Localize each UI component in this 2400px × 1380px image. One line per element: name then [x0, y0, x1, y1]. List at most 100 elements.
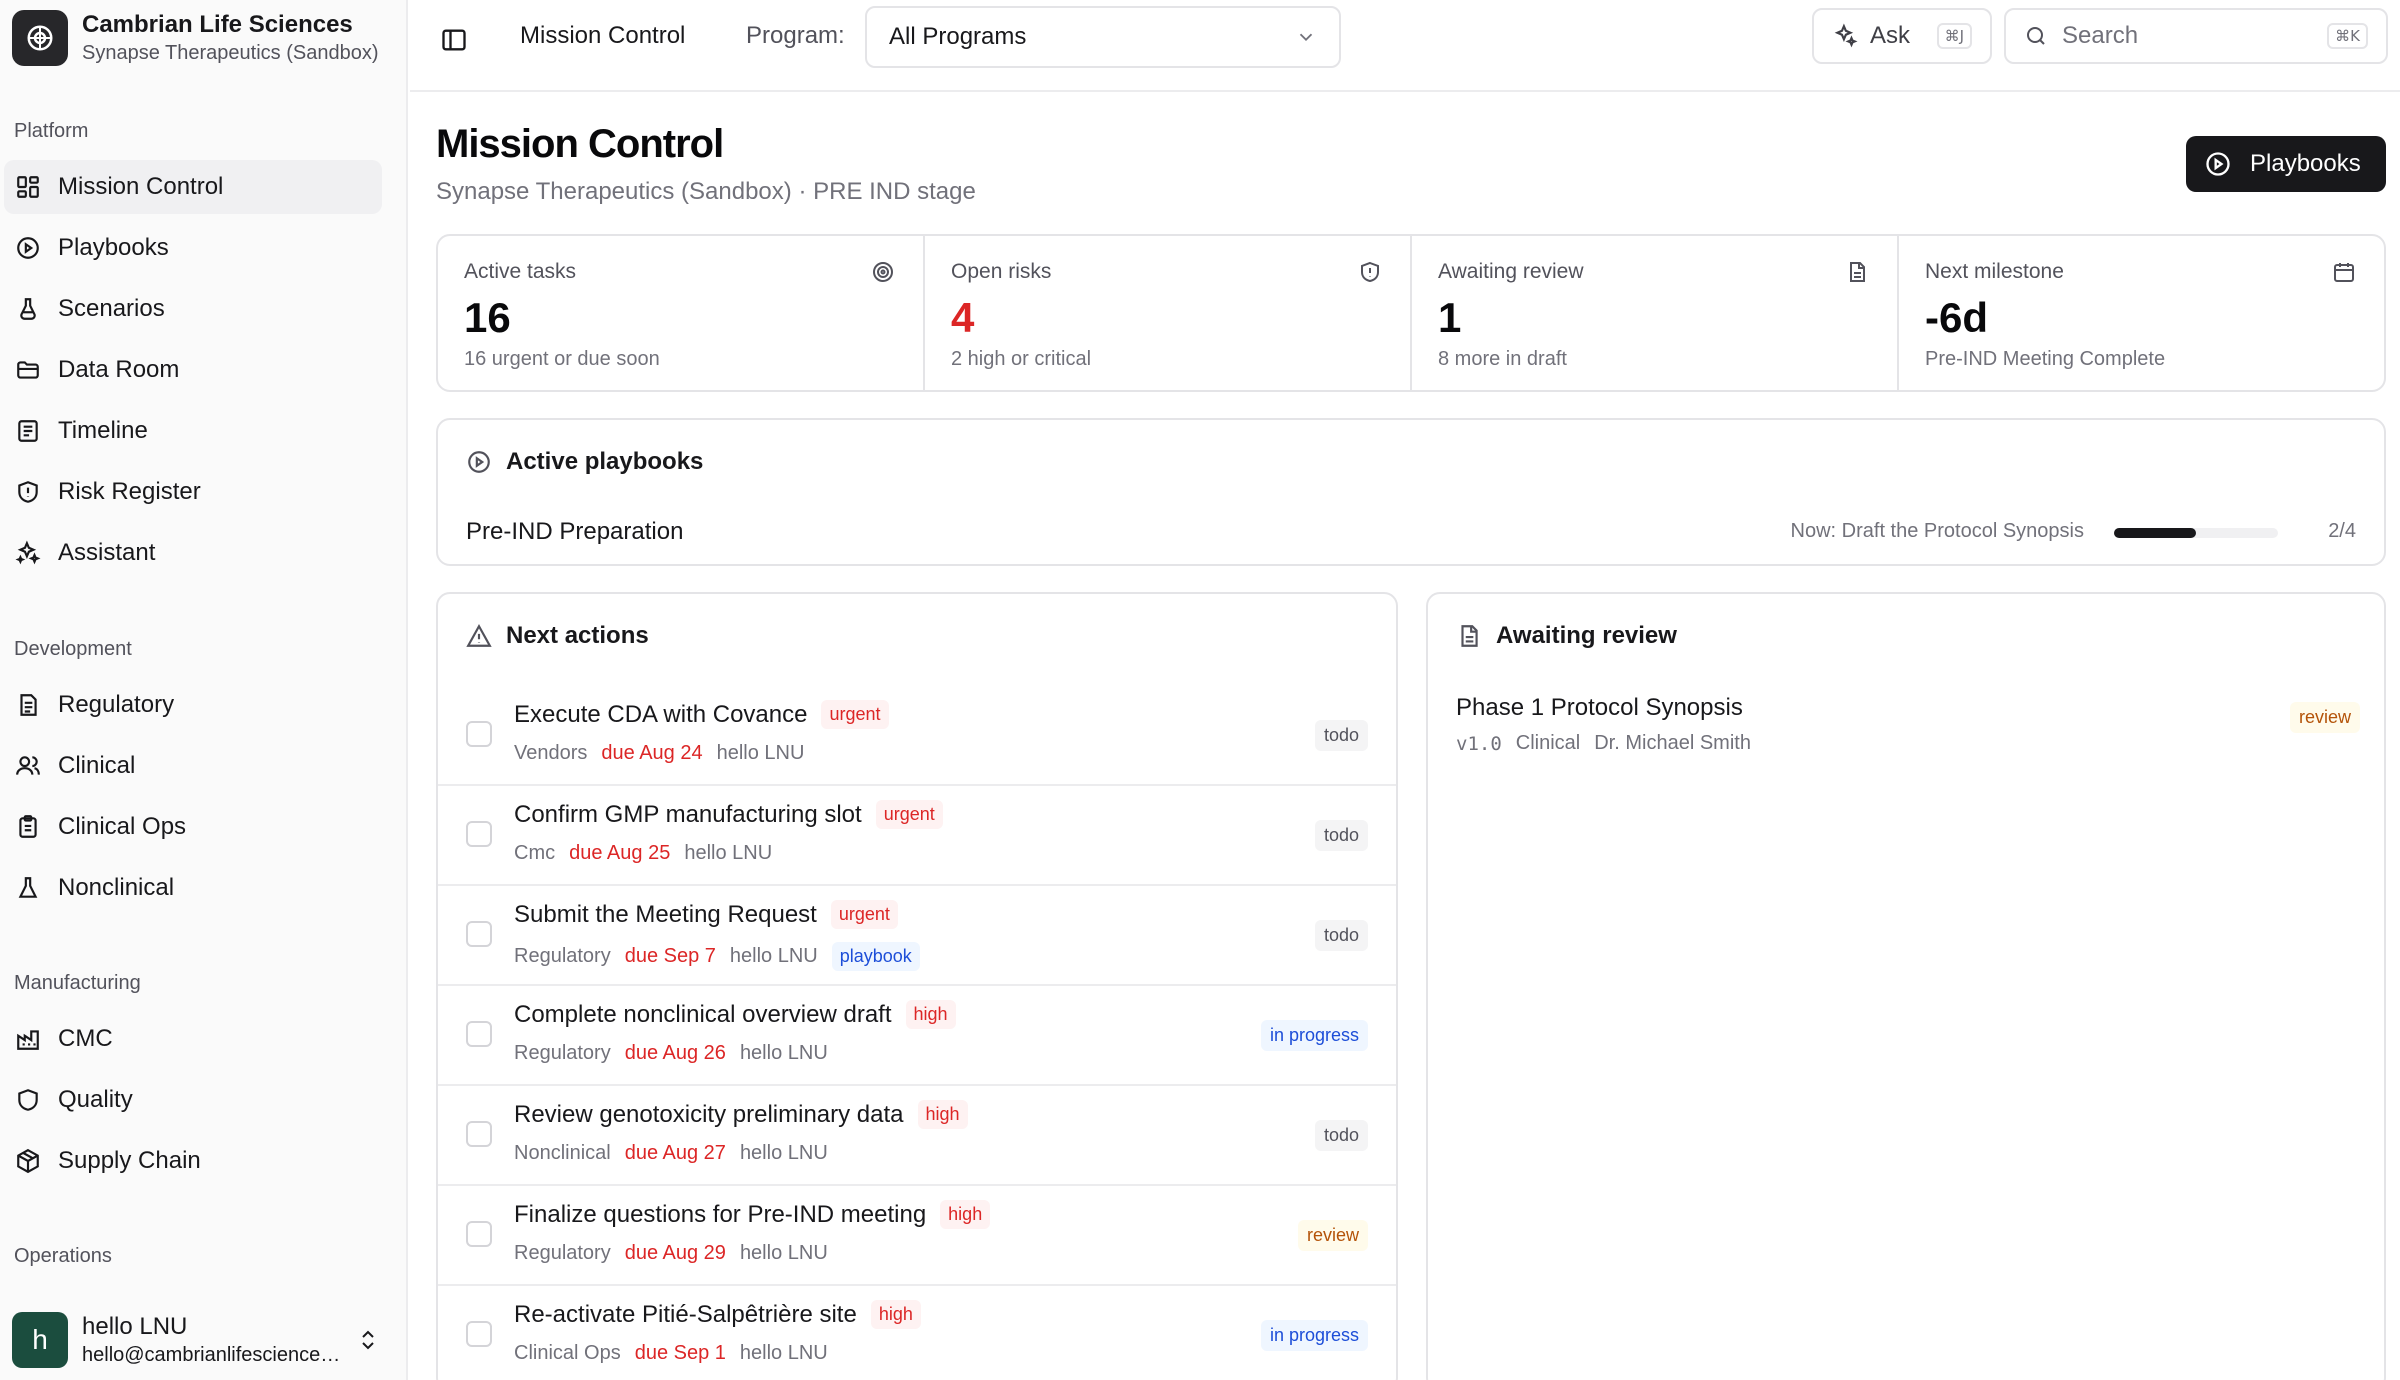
sidebar-item-playbooks[interactable]: Playbooks	[4, 221, 382, 275]
chevron-down-icon	[1295, 26, 1317, 48]
task-title: Finalize questions for Pre-IND meeting	[514, 1200, 927, 1228]
task-checkbox[interactable]	[466, 821, 492, 847]
task-checkbox[interactable]	[466, 921, 492, 947]
stat-label: Open risks	[951, 260, 1052, 283]
stat-card-awaiting-review[interactable]: Awaiting review 1 8 more in draft	[1412, 236, 1899, 390]
status-badge: review	[2289, 702, 2360, 733]
sidebar-item-regulatory[interactable]: Regulatory	[4, 678, 382, 732]
status-badge: todo	[1314, 820, 1368, 851]
sidebar-item-data-room[interactable]: Data Room	[4, 343, 382, 397]
table-row[interactable]: Execute CDA with Covance urgent Vendors due…	[438, 686, 1396, 786]
program-select-value: All Programs	[889, 23, 1027, 50]
sidebar-item-label: CMC	[58, 1025, 113, 1052]
page-title: Mission Control	[436, 122, 724, 166]
review-item-version: v1.0	[1456, 732, 1502, 755]
sidebar-item-label: Clinical	[58, 752, 136, 779]
stat-value: -6d	[1925, 294, 1988, 341]
sidebar-item-clinical-ops[interactable]: Clinical Ops	[4, 800, 382, 854]
task-area: Cmc	[514, 842, 556, 864]
search-input[interactable]: Search ⌘K	[2004, 8, 2388, 64]
table-row[interactable]: Finalize questions for Pre-IND meeting hi…	[438, 1186, 1396, 1286]
stat-card-open-risks[interactable]: Open risks 4 2 high or critical	[925, 236, 1412, 390]
review-item[interactable]: Phase 1 Protocol Synopsis v1.0 Clinical …	[1456, 694, 2360, 755]
table-row[interactable]: Re-activate Pitié-Salpêtrière site high Cl…	[438, 1286, 1396, 1380]
task-due: due Sep 7	[624, 945, 716, 967]
sparkles-icon	[1832, 23, 1858, 49]
stat-label: Awaiting review	[1438, 260, 1584, 283]
alert-triangle-icon	[466, 623, 492, 649]
program-select[interactable]: All Programs	[865, 6, 1341, 68]
task-owner: hello LNU	[684, 842, 773, 864]
calendar-icon	[2332, 260, 2356, 284]
task-tag: playbook	[831, 942, 920, 971]
sidebar-item-risk-register[interactable]: Risk Register	[4, 465, 382, 519]
table-row[interactable]: Confirm GMP manufacturing slot urgent Cmc d…	[438, 786, 1396, 886]
task-checkbox[interactable]	[466, 721, 492, 747]
status-badge: todo	[1314, 1120, 1368, 1151]
sidebar-item-clinical[interactable]: Clinical	[4, 739, 382, 793]
task-checkbox[interactable]	[466, 1221, 492, 1247]
card-title: Next actions	[506, 622, 649, 649]
task-owner: hello LNU	[739, 1142, 828, 1164]
task-checkbox[interactable]	[466, 1021, 492, 1047]
sidebar-item-label: Risk Register	[58, 478, 201, 505]
org-switcher[interactable]: Cambrian Life Sciences Synapse Therapeut…	[12, 8, 396, 68]
sidebar-item-cmc[interactable]: CMC	[4, 1012, 382, 1066]
search-placeholder: Search	[2062, 22, 2139, 49]
status-badge: todo	[1314, 920, 1368, 951]
priority-badge: high	[870, 1300, 921, 1329]
ask-label: Ask	[1870, 22, 1911, 49]
task-due: due Aug 26	[624, 1042, 726, 1064]
sidebar-item-timeline[interactable]: Timeline	[4, 404, 382, 458]
task-checkbox[interactable]	[466, 1321, 492, 1347]
sidebar-item-label: Playbooks	[58, 234, 169, 261]
nav-group-manufacturing: Manufacturing	[14, 972, 141, 994]
sidebar-item-label: Nonclinical	[58, 874, 175, 901]
sidebar-item-quality[interactable]: Quality	[4, 1073, 382, 1127]
nav-group-operations: Operations	[14, 1245, 112, 1267]
table-row[interactable]: Submit the Meeting Request urgent Regulato…	[438, 886, 1396, 986]
ask-button[interactable]: Ask ⌘J	[1812, 8, 1992, 64]
sidebar-item-label: Data Room	[58, 356, 180, 383]
sidebar-toggle-icon[interactable]	[436, 22, 472, 58]
task-area: Regulatory	[514, 1242, 611, 1264]
sidebar-item-assistant[interactable]: Assistant	[4, 526, 382, 580]
play-circle-icon	[2204, 150, 2232, 178]
playbook-step-count: 2/4	[2328, 520, 2356, 542]
stat-value: 4	[951, 294, 975, 341]
sidebar-item-supply-chain[interactable]: Supply Chain	[4, 1134, 382, 1188]
sidebar-item-scenarios[interactable]: Scenarios	[4, 282, 382, 336]
sidebar-item-label: Assistant	[58, 539, 156, 566]
playbook-progress-fill	[2114, 528, 2196, 538]
list-icon	[14, 417, 42, 445]
stat-card-next-milestone[interactable]: Next milestone -6d Pre-IND Meeting Compl…	[1899, 236, 2384, 390]
user-menu[interactable]: h hello LNU hello@cambrianlifesciences.c…	[12, 1308, 392, 1372]
task-area: Nonclinical	[514, 1142, 611, 1164]
program-label: Program:	[746, 22, 845, 49]
table-row[interactable]: Complete nonclinical overview draft high R…	[438, 986, 1396, 1086]
task-owner: hello LNU	[716, 742, 805, 764]
task-title: Complete nonclinical overview draft	[514, 1000, 892, 1028]
awaiting-review-card: Awaiting review Phase 1 Protocol Synopsi…	[1426, 592, 2386, 1380]
factory-icon	[14, 1025, 42, 1053]
stat-note: Pre-IND Meeting Complete	[1925, 348, 2166, 370]
playbook-name[interactable]: Pre-IND Preparation	[466, 518, 683, 546]
task-area: Regulatory	[514, 1042, 611, 1064]
sidebar-item-mission-control[interactable]: Mission Control	[4, 160, 382, 214]
sidebar-item-label: Supply Chain	[58, 1147, 201, 1174]
playbooks-button[interactable]: Playbooks	[2186, 136, 2386, 192]
task-due: due Aug 27	[624, 1142, 726, 1164]
sidebar-item-label: Mission Control	[58, 173, 224, 200]
avatar: h	[12, 1312, 68, 1368]
table-row[interactable]: Review genotoxicity preliminary data high…	[438, 1086, 1396, 1186]
folder-icon	[14, 356, 42, 384]
beaker-icon	[14, 874, 42, 902]
stats-row: Active tasks 16 16 urgent or due soon Op…	[436, 234, 2386, 392]
sidebar-item-nonclinical[interactable]: Nonclinical	[4, 861, 382, 915]
task-checkbox[interactable]	[466, 1121, 492, 1147]
stat-card-active-tasks[interactable]: Active tasks 16 16 urgent or due soon	[438, 236, 925, 390]
stat-value: 16	[464, 294, 511, 341]
chevrons-up-down-icon[interactable]	[356, 1326, 380, 1354]
package-icon	[14, 1147, 42, 1175]
stat-label: Active tasks	[464, 260, 577, 283]
